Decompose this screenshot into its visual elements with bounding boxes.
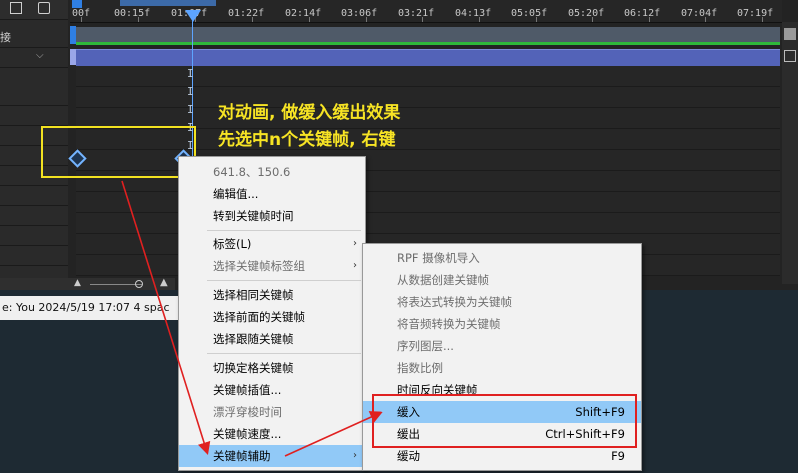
annotation-arrows bbox=[121, 180, 383, 457]
arrow-to-ease-in bbox=[284, 411, 383, 457]
arrow-to-keyframe-assistant bbox=[121, 180, 211, 456]
